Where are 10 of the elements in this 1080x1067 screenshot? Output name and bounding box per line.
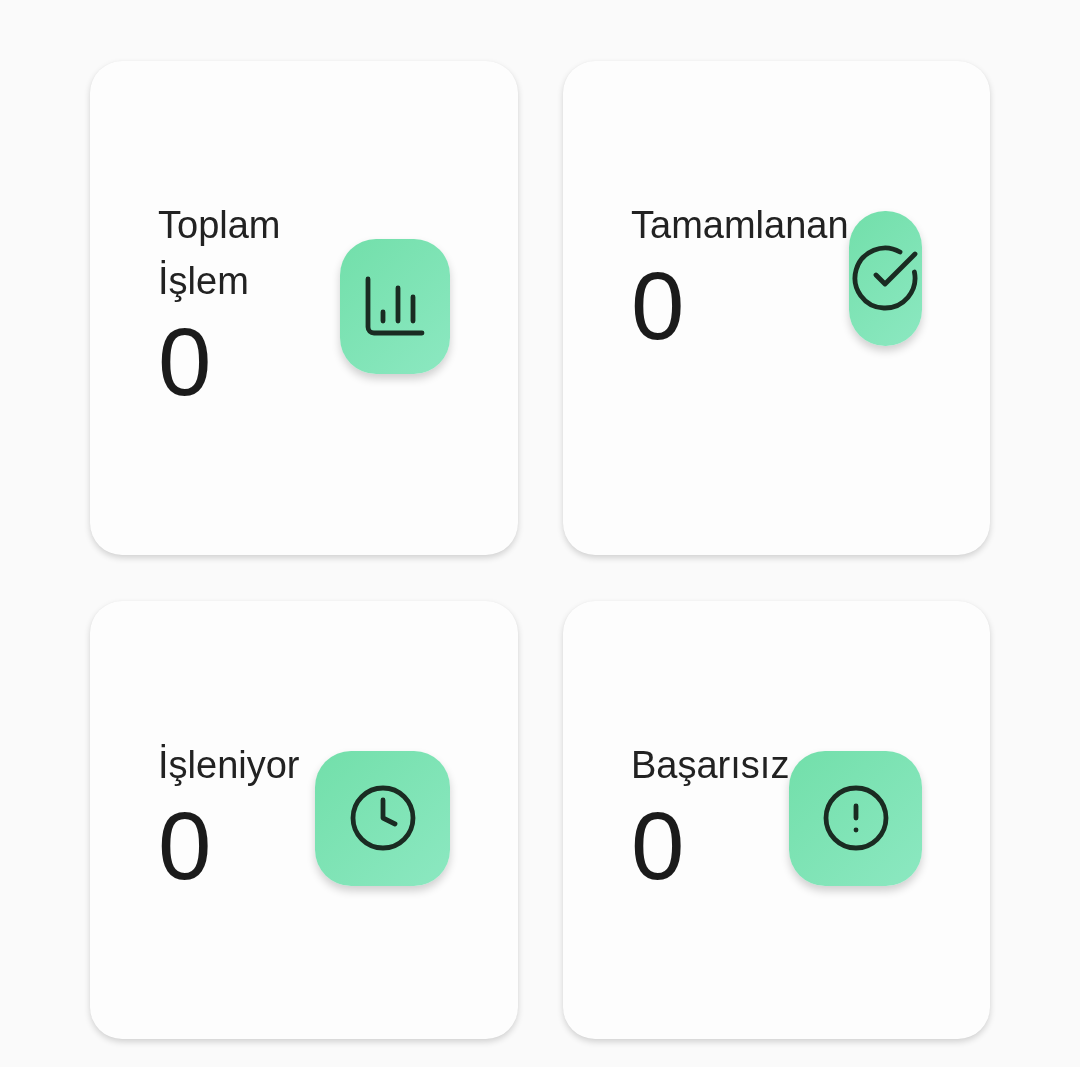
- stat-value: 0: [158, 309, 213, 415]
- stat-label: İşleniyor: [158, 743, 301, 788]
- bar-chart-icon: [340, 238, 450, 374]
- stat-label: Başarısız: [631, 743, 790, 788]
- stat-label: Toplam İşlem: [158, 203, 282, 304]
- clock-icon: [315, 750, 450, 886]
- stat-value: 0: [158, 793, 213, 899]
- stat-label: Tamamlanan: [631, 203, 849, 248]
- stat-value: 0: [631, 793, 686, 899]
- stat-value: 0: [631, 253, 686, 359]
